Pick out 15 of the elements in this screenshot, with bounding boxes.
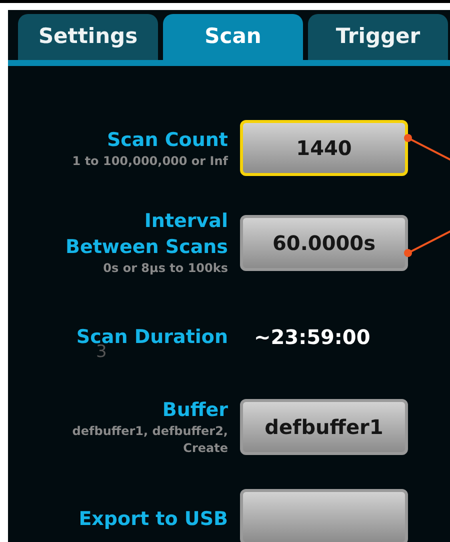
value-button[interactable]: 60.0000s [240,214,408,270]
field-label: Buffer [161,398,228,423]
field-label: Export to USB [78,507,228,532]
duration-value: ~23:59:00 [253,325,370,349]
tab[interactable]: Trigger [308,14,448,60]
range-hint: defbuffer1, defbuffer2, Create [71,423,228,457]
range-hint: 1 to 100,000,000 or Inf [71,152,228,170]
tab[interactable]: Scan [163,14,303,60]
range-hint: 0s or 8µs to 100ks [102,260,228,277]
field-label: Scan Count [106,128,228,152]
value-button[interactable]: defbuffer1 [240,399,408,455]
value-button[interactable] [240,489,408,542]
field-label: Interval Between Scans [64,209,228,260]
tab[interactable]: Settings [18,14,158,60]
value-button[interactable]: 1440 [240,120,408,176]
